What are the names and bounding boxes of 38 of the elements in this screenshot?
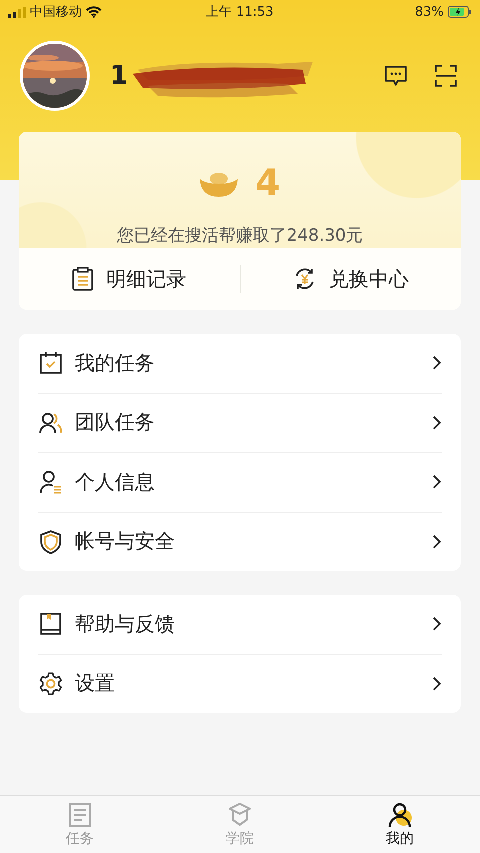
menu-item[interactable]: 帮助与反馈 [38, 595, 442, 654]
person-list-icon [39, 470, 63, 494]
wifi-icon [86, 6, 102, 18]
coin-count: 4 [255, 164, 281, 204]
earned-text: 您已经在搜活帮赚取了248.30元 [116, 225, 364, 247]
menu-item[interactable]: 设置 [38, 654, 442, 713]
carrier-name: 中国移动 [30, 4, 82, 21]
menu-item[interactable]: 我的任务 [38, 334, 442, 392]
signal-icon [8, 6, 26, 18]
avatar[interactable] [20, 41, 90, 111]
settings-icon [39, 672, 63, 696]
chevron-right-icon [432, 534, 442, 550]
battery-icon [448, 6, 472, 18]
book-icon [39, 612, 63, 636]
person-icon [387, 802, 413, 828]
chevron-right-icon [432, 414, 442, 431]
status-time: 上午 11:53 [206, 4, 274, 21]
people-icon [39, 410, 63, 435]
menu-item[interactable]: 团队任务 [38, 394, 442, 452]
tab[interactable]: 我的 [320, 796, 480, 853]
battery-percent: 83% [415, 4, 444, 20]
exchange-button[interactable]: 兑换中心 [240, 248, 461, 310]
menu-item[interactable]: 个人信息 [38, 453, 442, 512]
details-button[interactable]: 明细记录 [19, 248, 240, 310]
chevron-right-icon [432, 676, 442, 692]
clipboard-icon [72, 267, 94, 291]
shield-icon [39, 530, 63, 554]
ingot-icon [199, 171, 240, 197]
graduation-cap-icon [227, 802, 253, 828]
username: 1 [110, 61, 128, 91]
document-icon [67, 802, 93, 828]
chevron-right-icon [432, 355, 442, 372]
chevron-right-icon [432, 474, 442, 490]
chevron-right-icon [432, 616, 442, 632]
menu-item[interactable]: 帐号与安全 [38, 512, 442, 571]
message-icon[interactable] [384, 64, 408, 88]
calendar-check-icon [39, 351, 63, 376]
scan-icon[interactable] [434, 64, 458, 88]
